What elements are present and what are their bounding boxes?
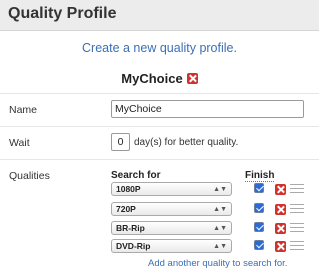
page-title: Quality Profile — [8, 5, 117, 22]
delete-quality-icon-2[interactable] — [275, 204, 286, 215]
delete-quality-icon-1[interactable] — [275, 184, 286, 195]
select-arrows-icon: ▲▼ — [213, 225, 227, 232]
quality-select-value: 720P — [116, 204, 136, 214]
quality-select-value: DVD-Rip — [116, 241, 151, 251]
drag-handle-icon[interactable] — [290, 223, 304, 232]
finish-checkbox-1[interactable] — [254, 183, 264, 193]
delete-quality-icon-3[interactable] — [275, 223, 286, 234]
quality-select-value: 1080P — [116, 184, 141, 194]
quality-select-3[interactable]: BR-Rip ▲▼ — [111, 221, 232, 235]
drag-handle-icon[interactable] — [290, 204, 304, 213]
wait-suffix-text: day(s) for better quality. — [134, 137, 239, 148]
search-for-header: Search for — [111, 170, 161, 181]
delete-quality-icon-4[interactable] — [275, 241, 286, 252]
page-header: Quality Profile — [0, 0, 319, 31]
wait-label: Wait — [9, 137, 30, 149]
finish-checkbox-4[interactable] — [254, 240, 264, 250]
divider — [0, 126, 319, 127]
profile-name-text: MyChoice — [121, 71, 183, 86]
quality-select-1[interactable]: 1080P ▲▼ — [111, 182, 232, 196]
select-arrows-icon: ▲▼ — [213, 206, 227, 213]
qualities-label: Qualities — [9, 170, 50, 182]
quality-select-4[interactable]: DVD-Rip ▲▼ — [111, 239, 232, 253]
drag-handle-icon[interactable] — [290, 241, 304, 250]
wait-days-input[interactable] — [111, 133, 130, 151]
delete-profile-icon[interactable] — [186, 73, 198, 84]
finish-header: Finish — [245, 170, 275, 182]
drag-handle-icon[interactable] — [290, 184, 304, 193]
add-quality-link[interactable]: Add another quality to search for. — [148, 258, 287, 269]
name-input[interactable] — [111, 100, 304, 118]
finish-checkbox-3[interactable] — [254, 222, 264, 232]
quality-select-value: BR-Rip — [116, 223, 145, 233]
name-label: Name — [9, 104, 38, 116]
divider — [0, 93, 319, 94]
profile-name-heading: MyChoice — [0, 71, 319, 86]
finish-checkbox-2[interactable] — [254, 203, 264, 213]
select-arrows-icon: ▲▼ — [213, 243, 227, 250]
create-profile-link[interactable]: Create a new quality profile. — [0, 41, 319, 55]
quality-select-2[interactable]: 720P ▲▼ — [111, 202, 232, 216]
divider — [0, 159, 319, 160]
select-arrows-icon: ▲▼ — [213, 186, 227, 193]
